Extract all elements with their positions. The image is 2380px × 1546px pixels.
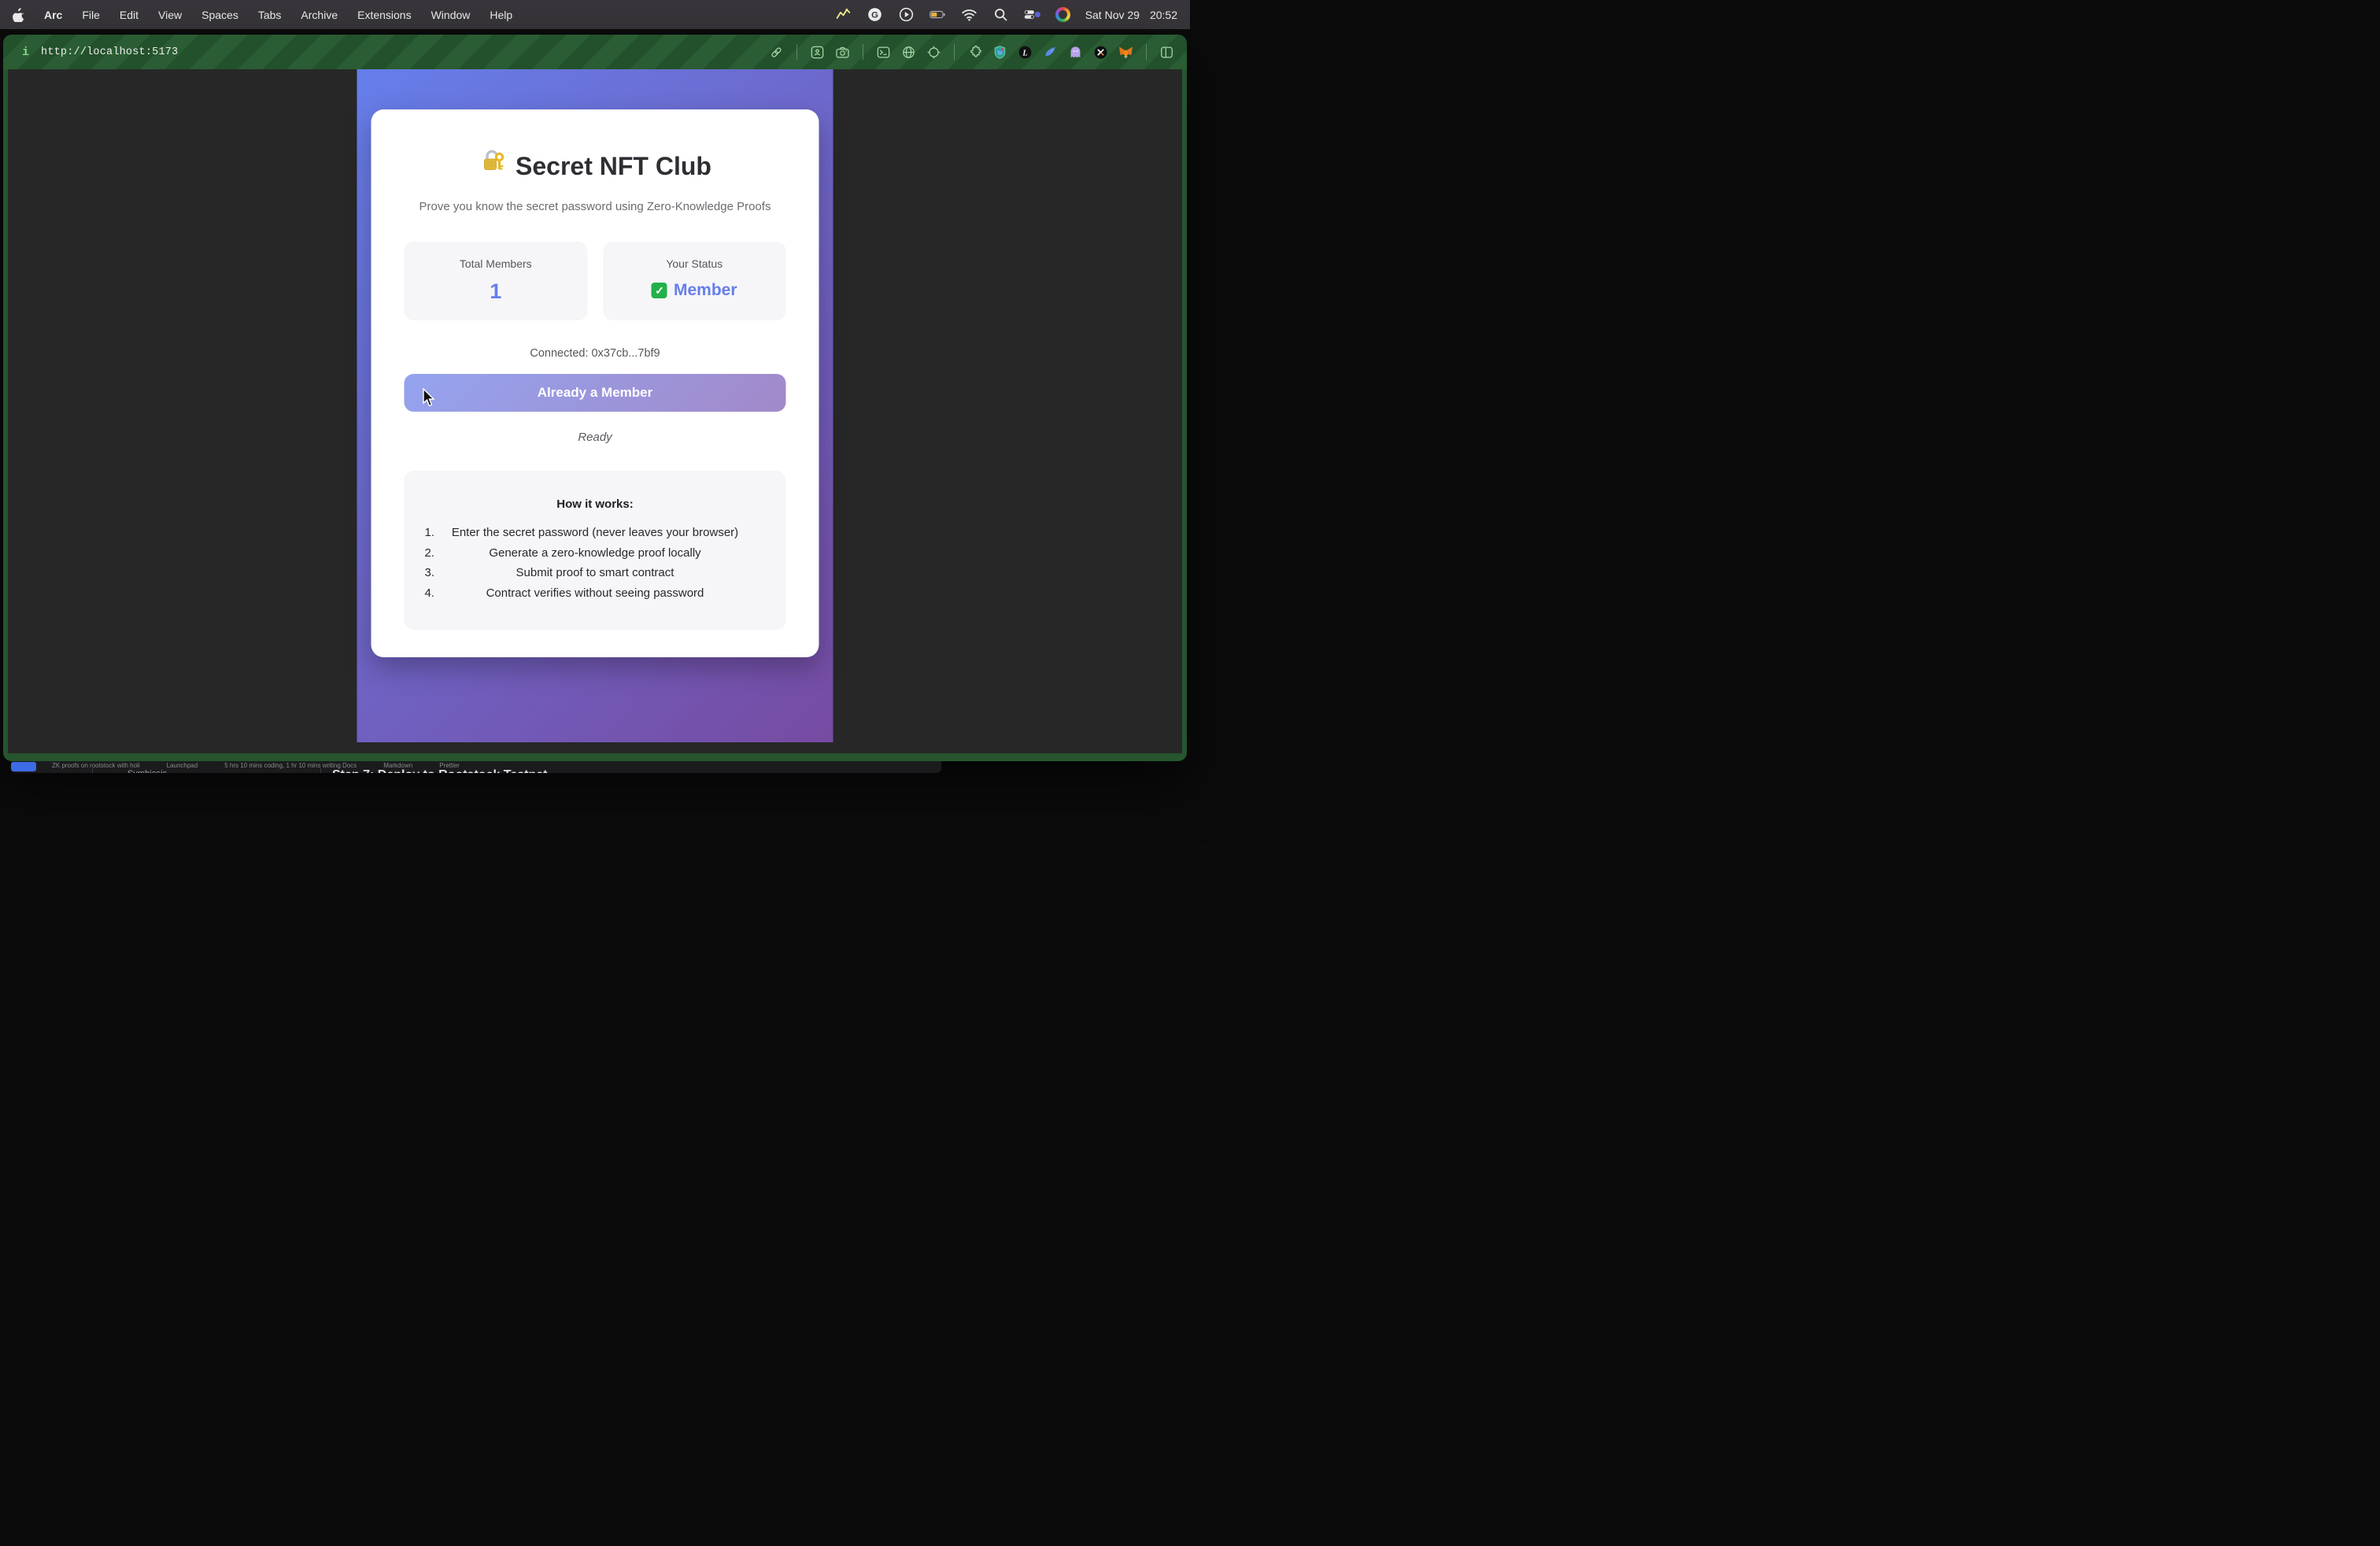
menubar-clock[interactable]: Sat Nov 29 20:52: [1085, 9, 1177, 21]
toolbar-divider: [796, 44, 797, 60]
browser-viewport: Secret NFT Club Prove you know the secre…: [8, 69, 1182, 753]
your-status-value: ✓ Member: [603, 281, 786, 300]
stats-row: Total Members 1 Your Status ✓ Member: [405, 242, 786, 320]
how-step-2: Generate a zero-knowledge proof locally: [405, 543, 786, 564]
control-center-icon[interactable]: [1024, 6, 1040, 23]
status-text: Ready: [405, 429, 786, 446]
menu-help[interactable]: Help: [490, 9, 512, 21]
page-info-icon[interactable]: i: [22, 46, 29, 59]
bird-icon[interactable]: [1043, 45, 1058, 60]
sidebar-toggle-icon[interactable]: [1159, 45, 1174, 60]
background-app-strip: ZK proofs on rootstock with holi Launchp…: [11, 761, 941, 773]
toolbar-divider: [1146, 44, 1147, 60]
nft-club-card: Secret NFT Club Prove you know the secre…: [371, 109, 819, 657]
total-members-label: Total Members: [405, 257, 588, 270]
toolbar-divider: [954, 44, 955, 60]
arc-browser-window: i http://localhost:5173: [3, 35, 1187, 761]
how-it-works-box: How it works: Enter the secret password …: [405, 471, 786, 630]
connected-address: Connected: 0x37cb...7bf9: [405, 345, 786, 362]
camera-icon[interactable]: [835, 45, 850, 60]
globe-icon[interactable]: [901, 45, 916, 60]
clock-time: 20:52: [1150, 9, 1177, 21]
clock-date: Sat Nov 29: [1085, 9, 1140, 21]
background-app-badge: [11, 762, 36, 771]
menu-spaces[interactable]: Spaces: [201, 9, 238, 21]
status-member-text: Member: [674, 281, 737, 300]
x-circle-icon[interactable]: [1093, 45, 1108, 60]
puzzle-icon[interactable]: [967, 45, 982, 60]
already-member-button[interactable]: Already a Member: [405, 374, 786, 412]
link-icon[interactable]: [769, 45, 784, 60]
search-icon[interactable]: [992, 6, 1009, 23]
how-it-works-list: Enter the secret password (never leaves …: [405, 523, 786, 603]
background-sidebar-item[interactable]: Symbiosis: [128, 769, 167, 773]
how-step-3: Submit proof to smart contract: [405, 563, 786, 583]
background-tab-launchpad[interactable]: Launchpad: [167, 762, 198, 769]
stocks-icon[interactable]: [835, 6, 852, 23]
menu-extensions[interactable]: Extensions: [357, 9, 411, 21]
menu-file[interactable]: File: [82, 9, 100, 21]
page-title-text: Secret NFT Club: [516, 148, 711, 184]
loom-icon[interactable]: L: [1018, 45, 1033, 60]
menu-tabs[interactable]: Tabs: [258, 9, 282, 21]
terminal-icon[interactable]: [876, 45, 891, 60]
svg-text:G: G: [871, 10, 878, 20]
svg-text:L: L: [1022, 49, 1027, 57]
browser-titlebar: i http://localhost:5173: [3, 35, 1187, 69]
apple-menu-icon[interactable]: [13, 8, 24, 22]
how-step-1: Enter the secret password (never leaves …: [405, 523, 786, 543]
menu-edit[interactable]: Edit: [120, 9, 139, 21]
pane-divider: [92, 768, 93, 773]
background-doc-title: Step 7: Deploy to Rootstock Testnet: [332, 768, 548, 773]
pane-divider: [320, 768, 321, 773]
play-circle-icon[interactable]: [898, 6, 915, 23]
your-status-label: Your Status: [603, 257, 786, 270]
crosshair-icon[interactable]: [926, 45, 941, 60]
grammarly-icon[interactable]: G: [867, 6, 883, 23]
how-step-4: Contract verifies without seeing passwor…: [405, 583, 786, 604]
ghost-icon[interactable]: [1068, 45, 1083, 60]
url-bar[interactable]: http://localhost:5173: [41, 46, 178, 58]
your-status-box: Your Status ✓ Member: [603, 242, 786, 320]
check-mark-emoji: ✓: [652, 283, 667, 298]
metamask-icon[interactable]: [1118, 45, 1133, 60]
battery-icon[interactable]: [929, 6, 946, 23]
menu-archive[interactable]: Archive: [301, 9, 338, 21]
menu-view[interactable]: View: [158, 9, 182, 21]
menubar-app-name[interactable]: Arc: [44, 9, 62, 21]
macos-menubar: Arc File Edit View Spaces Tabs Archive E…: [0, 0, 1190, 29]
menu-window[interactable]: Window: [431, 9, 471, 21]
page-subtitle: Prove you know the secret password using…: [405, 198, 786, 216]
how-it-works-heading: How it works:: [405, 496, 786, 513]
total-members-value: 1: [405, 279, 588, 304]
rainbow-ring-icon[interactable]: [1055, 7, 1070, 22]
total-members-box: Total Members 1: [405, 242, 588, 320]
background-tab-title[interactable]: ZK proofs on rootstock with holi: [52, 762, 140, 769]
locked-with-key-emoji: [479, 147, 507, 185]
shield-globe-icon[interactable]: [992, 45, 1007, 60]
image-icon[interactable]: [810, 45, 825, 60]
page-title: Secret NFT Club: [405, 147, 786, 185]
mouse-cursor: [423, 388, 436, 408]
wifi-icon[interactable]: [961, 6, 978, 23]
